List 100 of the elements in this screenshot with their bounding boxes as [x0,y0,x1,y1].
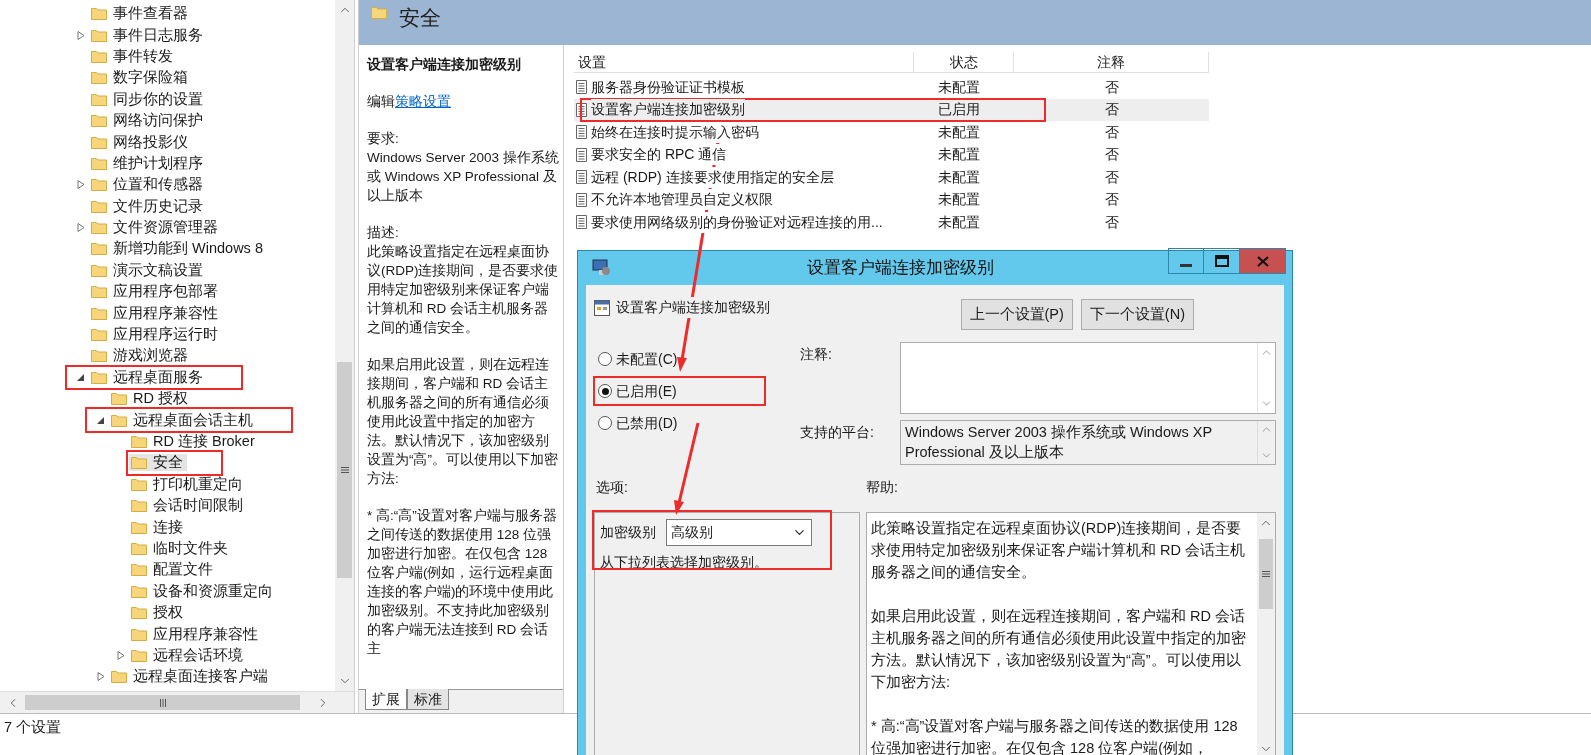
tree-item[interactable]: 远程桌面服务 [89,368,207,386]
tree-item[interactable]: 同步你的设置 [89,90,207,108]
horizontal-scrollbar[interactable] [0,691,354,713]
tree-item[interactable]: 设备和资源重定向 [129,582,277,600]
setting-name: 设置客户端连接加密级别 [616,297,770,318]
tree-item[interactable]: 应用程序兼容性 [129,625,262,643]
tab[interactable]: 扩展 [365,689,407,710]
help-label: 帮助: [866,478,898,497]
table-cell-text: 否 [1103,122,1120,142]
tree-item[interactable]: 打印机重定向 [129,475,247,493]
radio-button[interactable] [598,384,612,398]
triangle-icon[interactable] [77,223,85,233]
grip-icon [1262,570,1270,578]
status-text: 7 个设置 [4,718,62,737]
folder-icon [91,92,107,106]
radio-option[interactable]: 未配置(C) [598,346,794,372]
folder-icon [131,520,147,534]
tree-item[interactable]: 应用程序包部署 [89,283,222,301]
tree-item[interactable]: RD 连接 Broker [129,433,259,450]
comment-field[interactable] [900,342,1276,414]
setting-icon [594,299,610,316]
triangle-icon[interactable] [77,180,85,190]
folder-icon [91,370,107,384]
table-row[interactable]: 服务器身份验证证书模板 未配置 否 [574,76,1209,99]
table-cell-text: 否 [1103,167,1120,187]
folder-icon [91,135,107,149]
tree-item[interactable]: 事件转发 [89,47,177,65]
tab[interactable]: 标准 [407,689,449,710]
tree-item[interactable]: 数字保险箱 [89,69,192,87]
vertical-scrollbar[interactable] [335,0,354,691]
tree-item[interactable]: 授权 [129,604,187,622]
column-header[interactable]: 注释 [1014,52,1209,72]
close-button[interactable] [1240,248,1286,274]
tree-item[interactable]: 维护计划程序 [89,154,207,172]
description-title: 设置客户端连接加密级别 [367,56,522,74]
nav-button[interactable]: 上一个设置(P) [960,299,1073,330]
grip-icon [340,466,349,474]
minimize-button[interactable] [1168,248,1204,274]
radio-option[interactable]: 已启用(E) [598,378,794,404]
folder-icon [131,627,147,641]
tree-item[interactable]: 配置文件 [129,561,217,579]
triangle-icon[interactable] [117,650,125,660]
radio-button[interactable] [598,352,612,366]
tree-item[interactable]: 位置和传感器 [89,176,207,194]
header-title: 安全 [399,5,441,31]
scroll-thumb[interactable] [1259,539,1273,609]
folder-icon [131,456,147,470]
triangle-icon[interactable] [77,30,85,40]
minimize-icon [1180,264,1192,267]
tree-item[interactable]: 文件资源管理器 [89,219,222,237]
tree-item[interactable]: 事件日志服务 [89,26,207,44]
tree-item[interactable]: 应用程序兼容性 [89,304,222,322]
section-label: 要求: [367,130,400,148]
tree-item[interactable]: 安全 [129,454,187,472]
tree-item[interactable]: 远程桌面会话主机 [109,411,257,429]
tree-item[interactable]: 网络访问保护 [89,112,207,130]
triangle-icon[interactable] [97,415,105,425]
tree-item[interactable]: 演示文稿设置 [89,261,207,279]
tree-item[interactable]: 事件查看器 [89,5,192,23]
table-row[interactable]: 设置客户端连接加密级别 已启用 否 [574,98,1209,121]
policy-link[interactable]: 策略设置 [395,92,451,111]
tree-item[interactable]: 远程桌面连接客户端 [109,668,272,686]
vertical-scrollbar[interactable] [1257,513,1275,755]
column-header[interactable]: 设置 [574,52,914,72]
triangle-icon[interactable] [77,372,85,382]
tree-item[interactable]: 游戏浏览器 [89,347,192,365]
tree-item[interactable]: 临时文件夹 [129,539,232,557]
folder-icon [91,306,107,320]
column-header[interactable]: 状态 [914,52,1014,72]
tree-item[interactable]: 会话时间限制 [129,497,247,515]
maximize-icon [1214,255,1229,267]
tree-item[interactable]: 远程会话环境 [129,646,247,664]
folder-icon [91,28,107,42]
table-row[interactable]: 远程 (RDP) 连接要求使用指定的安全层 未配置 否 [574,166,1209,189]
triangle-icon[interactable] [97,672,105,682]
table-cell-text: 否 [1103,190,1120,210]
table-row[interactable]: 始终在连接时提示输入密码 未配置 否 [574,121,1209,144]
radio-option[interactable]: 已禁用(D) [598,410,794,436]
folder-icon [91,263,107,277]
scroll-thumb[interactable] [337,362,352,578]
dialog-title: 设置客户端连接加密级别 [805,257,995,280]
table-row[interactable]: 要求安全的 RPC 通信 未配置 否 [574,143,1209,166]
radio-button[interactable] [598,416,612,430]
folder-icon [91,178,107,192]
scroll-thumb[interactable] [25,695,300,710]
tree-item[interactable]: 连接 [129,518,187,536]
tree-item[interactable]: 文件历史记录 [89,197,207,215]
level-dropdown[interactable]: 高级别 [666,519,812,546]
folder-icon [131,477,147,491]
tree-item[interactable]: 应用程序运行时 [89,326,222,344]
tree-item[interactable]: 网络投影仪 [89,133,192,151]
table-cell-text: 未配置 [937,145,981,165]
tree-item[interactable]: 新增功能到 Windows 8 [89,240,267,258]
nav-button[interactable]: 下一个设置(N) [1080,299,1194,330]
table-row[interactable]: 要求使用网络级别的身份验证对远程连接的用... 未配置 否 [574,211,1209,234]
table-row[interactable]: 不允许本地管理员自定义权限 未配置 否 [574,188,1209,211]
edit-label: 编辑 [367,93,395,111]
tree-item[interactable]: RD 授权 [109,390,192,408]
folder-icon [91,114,107,128]
help-text: 此策略设置指定在远程桌面协议(RDP)连接期间，是否要求使用特定加密级别来保证客户端计算机和 RD 会话主机服务器之间的通信安全。 [871,519,1246,582]
